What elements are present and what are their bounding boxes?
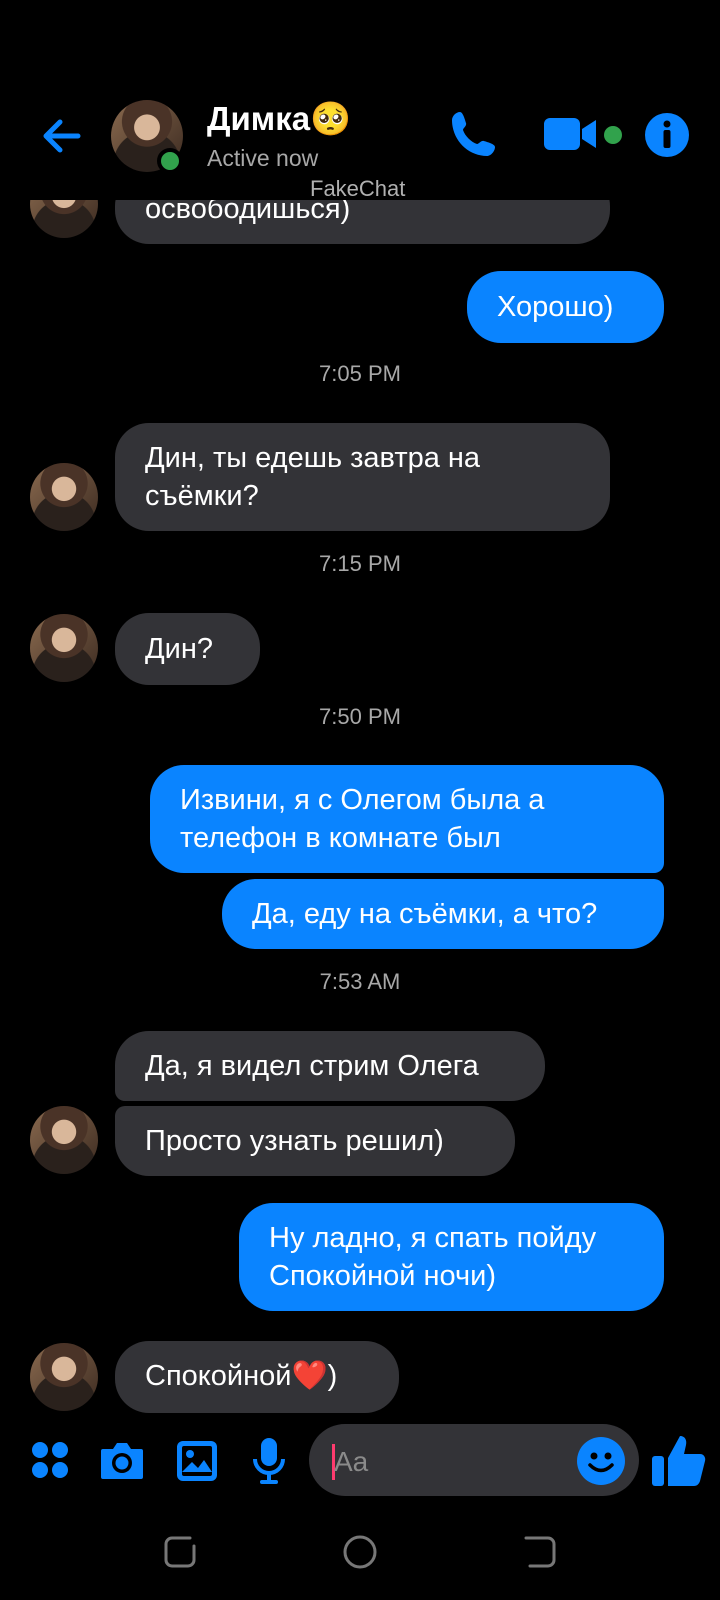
message-incoming[interactable]: Спокойной❤️) [115,1341,399,1413]
message-outgoing[interactable]: Хорошо) [467,271,664,343]
timestamp: 7:05 PM [319,361,401,386]
message-outgoing[interactable]: Да, еду на съёмки, а что? [222,879,664,949]
message-incoming[interactable]: Да, я видел стрим Олега [115,1031,545,1101]
gallery-icon[interactable] [176,1440,218,1482]
message-outgoing[interactable]: Извини, я с Олегом была а телефон в комн… [150,765,664,873]
message-incoming[interactable]: Дин? [115,613,260,685]
info-icon[interactable] [645,113,689,157]
thumbs-up-icon[interactable] [650,1430,710,1490]
message-incoming[interactable]: Просто узнать решил) [115,1106,515,1176]
sender-avatar [30,463,98,531]
online-indicator [157,148,183,174]
phone-call-icon[interactable] [448,108,500,160]
message-outgoing[interactable]: Ну ладно, я спать пойду Спокойной ночи) [239,1203,664,1311]
sender-avatar [30,614,98,682]
apps-icon[interactable] [30,1440,70,1480]
contact-name[interactable]: Димка🥺 [207,100,351,139]
emoji-icon[interactable] [577,1437,625,1485]
timestamp: 7:50 PM [319,704,401,729]
video-active-dot [604,126,622,144]
timestamp: 7:15 PM [319,551,401,576]
active-status: Active now [207,145,319,171]
back-nav-icon[interactable] [518,1530,562,1574]
chat-header: Димка🥺 Active now FakeChat [0,0,720,201]
camera-icon[interactable] [99,1441,145,1481]
home-nav-icon[interactable] [338,1530,382,1574]
video-call-icon[interactable] [544,112,600,156]
sender-avatar [30,1343,98,1411]
timestamp: 7:53 AM [319,969,401,994]
message-incoming[interactable]: Дин, ты едешь завтра на съёмки? [115,423,610,531]
recents-nav-icon[interactable] [158,1530,202,1574]
microphone-icon[interactable] [252,1437,286,1485]
watermark: FakeChat [310,176,406,201]
message-input-placeholder: Aa [334,1446,369,1477]
sender-avatar [30,1106,98,1174]
back-arrow-icon[interactable] [38,112,86,160]
